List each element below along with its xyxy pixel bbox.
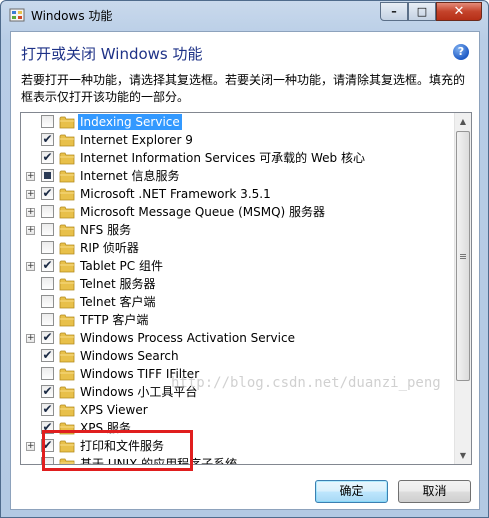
expand-icon[interactable]: + (26, 226, 35, 235)
expand-icon[interactable]: + (26, 190, 35, 199)
feature-checkbox[interactable] (41, 277, 54, 290)
features-tree[interactable]: Indexing Service ✔ Internet Explorer 9 ✔ Int… (20, 112, 472, 465)
folder-icon (59, 295, 75, 309)
folder-icon (59, 133, 75, 147)
expand-icon[interactable]: + (26, 208, 35, 217)
feature-row[interactable]: Indexing Service (21, 113, 454, 131)
feature-row[interactable]: Telnet 服务器 (21, 275, 454, 293)
feature-checkbox[interactable] (41, 223, 54, 236)
feature-label[interactable]: Windows Search (78, 348, 181, 364)
folder-icon (59, 241, 75, 255)
feature-checkbox[interactable] (41, 169, 54, 182)
feature-checkbox[interactable]: ✔ (41, 187, 54, 200)
maximize-button[interactable]: □ (408, 2, 436, 21)
folder-icon (59, 169, 75, 183)
folder-icon (59, 385, 75, 399)
scroll-up-arrow-icon[interactable]: ▲ (455, 113, 471, 130)
feature-checkbox[interactable] (41, 313, 54, 326)
feature-row[interactable]: + NFS 服务 (21, 221, 454, 239)
feature-checkbox[interactable]: ✔ (41, 349, 54, 362)
folder-icon (59, 367, 75, 381)
title-bar[interactable]: Windows 功能 – □ ✕ (1, 1, 488, 29)
feature-checkbox[interactable] (41, 115, 54, 128)
feature-label[interactable]: TFTP 客户端 (78, 312, 150, 328)
help-icon[interactable]: ? (453, 44, 469, 60)
feature-row[interactable]: Telnet 客户端 (21, 293, 454, 311)
folder-icon (59, 205, 75, 219)
cancel-button[interactable]: 取消 (398, 480, 471, 503)
feature-row[interactable]: + ✔ Windows Process Activation Service (21, 329, 454, 347)
windows-features-dialog: Windows 功能 – □ ✕ 打开或关闭 Windows 功能 ? 若要打开… (0, 0, 489, 518)
watermark: http://blog.csdn.net/duanzi_peng (171, 375, 441, 391)
dialog-content: 打开或关闭 Windows 功能 ? 若要打开一种功能，请选择其复选框。若要关闭… (10, 31, 480, 510)
feature-label[interactable]: XPS Viewer (78, 402, 150, 418)
feature-label[interactable]: Internet Information Services 可承载的 Web 核… (78, 150, 367, 166)
maximize-icon: □ (416, 5, 428, 18)
window-title: Windows 功能 (31, 9, 113, 23)
feature-row[interactable]: + Microsoft Message Queue (MSMQ) 服务器 (21, 203, 454, 221)
expand-icon[interactable]: + (26, 334, 35, 343)
feature-row[interactable]: + Internet 信息服务 (21, 167, 454, 185)
folder-icon (59, 115, 75, 129)
annotation-highlight-box (42, 430, 193, 471)
folder-icon (59, 277, 75, 291)
feature-checkbox[interactable]: ✔ (41, 403, 54, 416)
description-text: 若要打开一种功能，请选择其复选框。若要关闭一种功能，请清除其复选框。填充的框表示… (21, 73, 466, 104)
feature-row[interactable]: ✔ XPS Viewer (21, 401, 454, 419)
feature-checkbox[interactable] (41, 205, 54, 218)
feature-label[interactable]: Windows Process Activation Service (78, 330, 297, 346)
close-button[interactable]: ✕ (436, 2, 482, 21)
feature-checkbox[interactable]: ✔ (41, 133, 54, 146)
feature-label[interactable]: Telnet 服务器 (78, 276, 158, 292)
folder-icon (59, 187, 75, 201)
scrollbar-thumb[interactable] (456, 131, 470, 381)
windows-features-icon (9, 8, 25, 22)
expand-icon[interactable]: + (26, 172, 35, 181)
grip-icon (460, 253, 466, 259)
feature-checkbox[interactable]: ✔ (41, 385, 54, 398)
ok-button[interactable]: 确定 (315, 480, 388, 503)
caption-buttons: – □ ✕ (380, 2, 482, 21)
feature-row[interactable]: + ✔ Tablet PC 组件 (21, 257, 454, 275)
feature-label[interactable]: Telnet 客户端 (78, 294, 158, 310)
feature-checkbox[interactable] (41, 367, 54, 380)
minimize-button[interactable]: – (380, 2, 408, 21)
feature-row[interactable]: ✔ Windows Search (21, 347, 454, 365)
folder-icon (59, 331, 75, 345)
folder-icon (59, 349, 75, 363)
feature-checkbox[interactable] (41, 295, 54, 308)
feature-checkbox[interactable] (41, 241, 54, 254)
feature-row[interactable]: ✔ Internet Explorer 9 (21, 131, 454, 149)
feature-label[interactable]: Microsoft .NET Framework 3.5.1 (78, 186, 273, 202)
feature-row[interactable]: ✔ Internet Information Services 可承载的 Web … (21, 149, 454, 167)
feature-label[interactable]: Internet 信息服务 (78, 168, 181, 184)
feature-row[interactable]: TFTP 客户端 (21, 311, 454, 329)
feature-row[interactable]: + ✔ Microsoft .NET Framework 3.5.1 (21, 185, 454, 203)
vertical-scrollbar[interactable]: ▲ ▼ (454, 113, 471, 464)
folder-icon (59, 259, 75, 273)
minimize-icon: – (391, 5, 397, 18)
feature-checkbox[interactable]: ✔ (41, 259, 54, 272)
expand-icon[interactable]: + (26, 442, 35, 451)
feature-row[interactable]: RIP 侦听器 (21, 239, 454, 257)
feature-checkbox[interactable]: ✔ (41, 151, 54, 164)
feature-label[interactable]: Indexing Service (78, 114, 182, 130)
folder-icon (59, 151, 75, 165)
close-icon: ✕ (453, 4, 465, 19)
feature-label[interactable]: Tablet PC 组件 (78, 258, 165, 274)
scroll-down-arrow-icon[interactable]: ▼ (455, 447, 471, 464)
features-list: Indexing Service ✔ Internet Explorer 9 ✔ Int… (21, 113, 454, 464)
page-title: 打开或关闭 Windows 功能 (21, 45, 203, 63)
folder-icon (59, 313, 75, 327)
feature-label[interactable]: Internet Explorer 9 (78, 132, 195, 148)
folder-icon (59, 223, 75, 237)
folder-icon (59, 403, 75, 417)
feature-label[interactable]: NFS 服务 (78, 222, 133, 238)
expand-icon[interactable]: + (26, 262, 35, 271)
feature-label[interactable]: Microsoft Message Queue (MSMQ) 服务器 (78, 204, 327, 220)
feature-checkbox[interactable]: ✔ (41, 331, 54, 344)
feature-label[interactable]: RIP 侦听器 (78, 240, 141, 256)
